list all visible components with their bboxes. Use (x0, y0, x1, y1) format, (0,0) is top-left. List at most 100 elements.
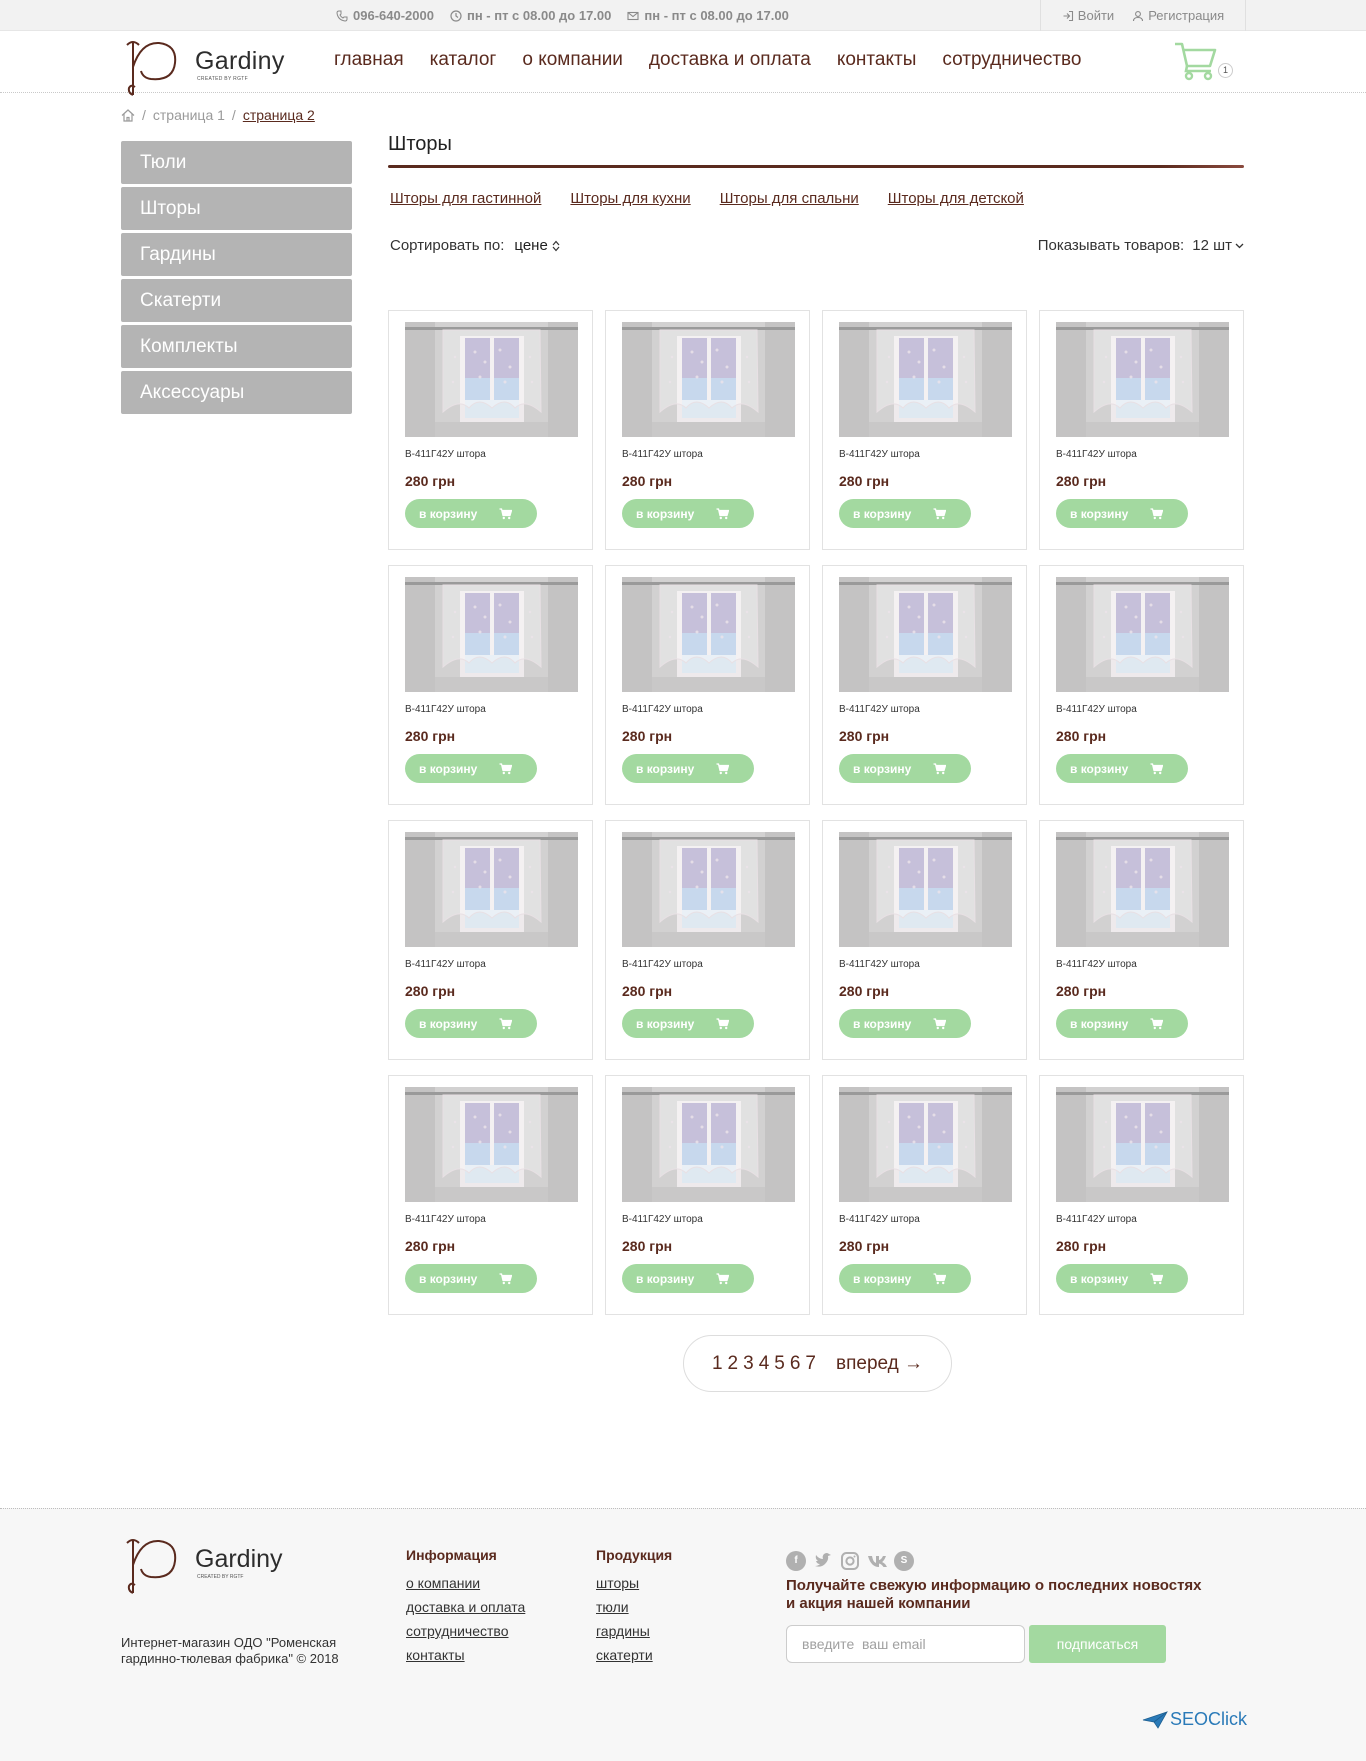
page-number-link[interactable]: 2 (728, 1353, 739, 1375)
product-card[interactable]: В-411Г42У штора 280 грн в корзину (822, 565, 1027, 805)
product-name[interactable]: В-411Г42У штора (622, 1214, 703, 1225)
add-to-cart-button[interactable]: в корзину (405, 1009, 537, 1038)
product-card[interactable]: В-411Г42У штора 280 грн в корзину (388, 1075, 593, 1315)
home-icon[interactable] (121, 108, 135, 122)
product-card[interactable]: В-411Г42У штора 280 грн в корзину (822, 310, 1027, 550)
product-name[interactable]: В-411Г42У штора (405, 704, 486, 715)
footer-logo[interactable]: Gardiny CREATED BY RGTF (121, 1535, 296, 1594)
product-name[interactable]: В-411Г42У штора (839, 959, 920, 970)
register-link[interactable]: Регистрация (1132, 8, 1224, 23)
product-name[interactable]: В-411Г42У штора (622, 449, 703, 460)
footer-link-drapes[interactable]: гардины (596, 1623, 672, 1640)
product-name[interactable]: В-411Г42У штора (1056, 449, 1137, 460)
add-to-cart-button[interactable]: в корзину (405, 1264, 537, 1293)
product-image[interactable] (622, 322, 795, 437)
product-image[interactable] (622, 577, 795, 692)
footer-link-contacts[interactable]: контакты (406, 1647, 525, 1664)
footer-link-about[interactable]: о компании (406, 1575, 525, 1592)
sidebar-item-sets[interactable]: Комплекты (121, 325, 352, 368)
subscribe-button[interactable]: подписаться (1029, 1625, 1166, 1663)
nav-catalog[interactable]: каталог (430, 49, 497, 71)
seoclick-credit[interactable]: SEOClick (1142, 1709, 1247, 1730)
login-link[interactable]: Войти (1062, 8, 1114, 23)
pagination-next[interactable]: вперед → (836, 1353, 923, 1375)
nav-home[interactable]: главная (334, 49, 404, 71)
product-card[interactable]: В-411Г42У штора 280 грн в корзину (1039, 565, 1244, 805)
page-number-link[interactable]: 3 (743, 1353, 754, 1375)
product-card[interactable]: В-411Г42У штора 280 грн в корзину (1039, 310, 1244, 550)
add-to-cart-button[interactable]: в корзину (622, 1009, 754, 1038)
product-card[interactable]: В-411Г42У штора 280 грн в корзину (1039, 820, 1244, 1060)
add-to-cart-button[interactable]: в корзину (839, 1264, 971, 1293)
add-to-cart-button[interactable]: в корзину (622, 499, 754, 528)
subcategory-kids-room[interactable]: Шторы для детской (888, 190, 1024, 207)
product-image[interactable] (405, 1087, 578, 1202)
product-card[interactable]: В-411Г42У штора 280 грн в корзину (388, 565, 593, 805)
product-card[interactable]: В-411Г42У штора 280 грн в корзину (388, 820, 593, 1060)
footer-link-tablecloths[interactable]: скатерти (596, 1647, 672, 1664)
product-image[interactable] (1056, 1087, 1229, 1202)
footer-link-tulle[interactable]: тюли (596, 1599, 672, 1616)
page-number-link[interactable]: 6 (790, 1353, 801, 1375)
product-image[interactable] (1056, 832, 1229, 947)
nav-cooperation[interactable]: сотрудничество (942, 49, 1081, 71)
product-name[interactable]: В-411Г42У штора (405, 449, 486, 460)
sort-select[interactable]: цене (514, 237, 560, 254)
product-card[interactable]: В-411Г42У штора 280 грн в корзину (605, 820, 810, 1060)
page-number-link[interactable]: 5 (774, 1353, 785, 1375)
add-to-cart-button[interactable]: в корзину (405, 754, 537, 783)
product-name[interactable]: В-411Г42У штора (1056, 704, 1137, 715)
product-name[interactable]: В-411Г42У штора (839, 1214, 920, 1225)
product-name[interactable]: В-411Г42У штора (1056, 1214, 1137, 1225)
sidebar-item-tulle[interactable]: Тюли (121, 141, 352, 184)
product-card[interactable]: В-411Г42У штора 280 грн в корзину (605, 310, 810, 550)
page-number-link[interactable]: 4 (759, 1353, 770, 1375)
product-name[interactable]: В-411Г42У штора (839, 449, 920, 460)
product-image[interactable] (405, 577, 578, 692)
sidebar-item-accessories[interactable]: Аксессуары (121, 371, 352, 414)
product-image[interactable] (839, 832, 1012, 947)
add-to-cart-button[interactable]: в корзину (839, 499, 971, 528)
product-image[interactable] (405, 322, 578, 437)
skype-icon[interactable]: S (894, 1551, 914, 1571)
instagram-icon[interactable] (840, 1551, 860, 1571)
product-card[interactable]: В-411Г42У штора 280 грн в корзину (822, 820, 1027, 1060)
subcategory-bedroom[interactable]: Шторы для спальни (720, 190, 859, 207)
footer-link-cooperation[interactable]: сотрудничество (406, 1623, 525, 1640)
page-number-link[interactable]: 7 (805, 1353, 816, 1375)
product-card[interactable]: В-411Г42У штора 280 грн в корзину (1039, 1075, 1244, 1315)
nav-about[interactable]: о компании (522, 49, 623, 71)
product-card[interactable]: В-411Г42У штора 280 грн в корзину (388, 310, 593, 550)
add-to-cart-button[interactable]: в корзину (839, 1009, 971, 1038)
add-to-cart-button[interactable]: в корзину (1056, 754, 1188, 783)
product-name[interactable]: В-411Г42У штора (622, 959, 703, 970)
product-image[interactable] (839, 322, 1012, 437)
subcategory-kitchen[interactable]: Шторы для кухни (570, 190, 690, 207)
product-card[interactable]: В-411Г42У штора 280 грн в корзину (822, 1075, 1027, 1315)
sidebar-item-drapes[interactable]: Гардины (121, 233, 352, 276)
breadcrumb-page-1[interactable]: страница 1 (153, 107, 225, 123)
product-card[interactable]: В-411Г42У штора 280 грн в корзину (605, 565, 810, 805)
site-logo[interactable]: Gardiny CREATED BY RGTF (121, 37, 296, 96)
nav-delivery[interactable]: доставка и оплата (649, 49, 811, 71)
product-name[interactable]: В-411Г42У штора (839, 704, 920, 715)
add-to-cart-button[interactable]: в корзину (405, 499, 537, 528)
phone-contact[interactable]: 096-640-2000 (336, 8, 434, 23)
cart-button[interactable]: 1 (1174, 41, 1234, 85)
breadcrumb-page-2[interactable]: страница 2 (243, 107, 315, 123)
sidebar-item-tablecloths[interactable]: Скатерти (121, 279, 352, 322)
add-to-cart-button[interactable]: в корзину (1056, 1009, 1188, 1038)
product-card[interactable]: В-411Г42У штора 280 грн в корзину (605, 1075, 810, 1315)
sidebar-item-curtains[interactable]: Шторы (121, 187, 352, 230)
product-name[interactable]: В-411Г42У штора (622, 704, 703, 715)
add-to-cart-button[interactable]: в корзину (622, 754, 754, 783)
vk-icon[interactable] (867, 1551, 887, 1571)
product-image[interactable] (405, 832, 578, 947)
product-image[interactable] (1056, 322, 1229, 437)
add-to-cart-button[interactable]: в корзину (1056, 499, 1188, 528)
add-to-cart-button[interactable]: в корзину (1056, 1264, 1188, 1293)
product-image[interactable] (622, 832, 795, 947)
product-image[interactable] (839, 577, 1012, 692)
facebook-icon[interactable]: f (786, 1551, 806, 1571)
email-input[interactable] (786, 1625, 1025, 1663)
